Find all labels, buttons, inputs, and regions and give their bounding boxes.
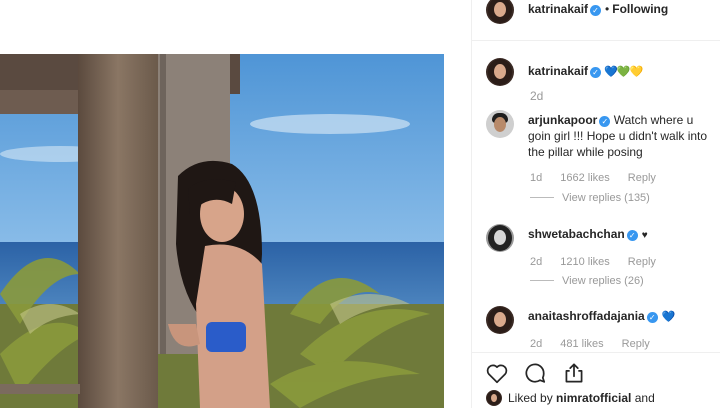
- post-actions: [484, 360, 595, 386]
- view-replies-label: View replies (26): [562, 275, 644, 287]
- separator-dot: •: [605, 2, 610, 16]
- liker-avatar[interactable]: [486, 390, 502, 406]
- liked-by: Liked by nimratofficial and: [486, 390, 655, 406]
- comment-likes[interactable]: 1210 likes: [560, 256, 610, 268]
- reply-button[interactable]: Reply: [628, 172, 656, 184]
- blue-heart-icon: 💙: [661, 311, 676, 323]
- commenter-avatar[interactable]: [486, 110, 514, 138]
- comment-body: arjunkapoor ✓ Watch where u goin girl !!!…: [528, 112, 708, 160]
- caption-time: 2d: [530, 89, 544, 103]
- commenter-avatar[interactable]: [486, 224, 514, 252]
- heart-outline-icon[interactable]: [484, 360, 510, 386]
- header-row: katrinakaif ✓ • Following: [528, 2, 668, 16]
- liked-by-suffix: and: [634, 391, 655, 405]
- view-replies-button[interactable]: View replies (135): [530, 192, 650, 204]
- comment-bubble-icon[interactable]: [522, 360, 548, 386]
- reply-button[interactable]: Reply: [622, 338, 650, 350]
- comment-meta: 2d 1210 likes Reply: [530, 256, 674, 268]
- replies-line: [530, 280, 554, 281]
- green-heart-icon: 💚: [616, 66, 631, 78]
- liker-username[interactable]: nimratofficial: [556, 391, 631, 405]
- commenter-username[interactable]: arjunkapoor: [528, 113, 597, 127]
- replies-line: [530, 197, 554, 198]
- yellow-heart-icon: 💛: [629, 66, 643, 78]
- verified-badge-icon: ✓: [599, 116, 611, 127]
- view-replies-label: View replies (135): [562, 192, 650, 204]
- caption-username[interactable]: katrinakaif: [528, 64, 588, 78]
- comment-time: 1d: [530, 172, 543, 184]
- header-divider: [472, 40, 720, 41]
- reply-button[interactable]: Reply: [628, 256, 656, 268]
- comment-time: 2d: [530, 338, 543, 350]
- beach-photo-illustration: [0, 54, 444, 408]
- post-photo[interactable]: [0, 54, 444, 408]
- verified-badge-icon: ✓: [626, 230, 638, 241]
- following-button[interactable]: Following: [612, 2, 668, 16]
- share-icon[interactable]: [561, 360, 587, 386]
- comment-meta: 1d 1662 likes Reply: [530, 172, 674, 184]
- comment-likes[interactable]: 1662 likes: [560, 172, 610, 184]
- caption-row: katrinakaif ✓ 💙💚💛: [528, 64, 643, 78]
- actions-divider: [472, 352, 720, 353]
- black-heart-icon: ♥: [641, 230, 648, 241]
- comment-body: shwetabachchan ✓ ♥: [528, 226, 708, 244]
- verified-badge-icon: ✓: [590, 67, 602, 78]
- verified-badge-icon: ✓: [646, 312, 658, 323]
- commenter-username[interactable]: shwetabachchan: [528, 227, 625, 241]
- author-avatar[interactable]: [486, 0, 514, 24]
- comment-likes[interactable]: 481 likes: [560, 338, 603, 350]
- view-replies-button[interactable]: View replies (26): [530, 275, 644, 287]
- liked-by-prefix: Liked by: [508, 391, 553, 405]
- verified-badge-icon: ✓: [590, 5, 602, 16]
- author-username[interactable]: katrinakaif: [528, 2, 588, 16]
- commenter-avatar[interactable]: [486, 306, 514, 334]
- commenter-username[interactable]: anaitashroffadajania: [528, 309, 645, 323]
- post-header: katrinakaif ✓ • Following: [472, 0, 720, 40]
- instagram-post-view: katrinakaif ✓ • Following katrinakaif ✓ 💙💚💛 2…: [0, 0, 720, 408]
- blue-heart-icon: 💙: [604, 66, 618, 78]
- caption-hearts: 💙💚💛: [604, 66, 643, 78]
- comment-body: anaitashroffadajania ✓ 💙: [528, 308, 708, 325]
- comment-meta: 2d 481 likes Reply: [530, 338, 668, 350]
- caption-avatar[interactable]: [486, 58, 514, 86]
- comment-time: 2d: [530, 256, 543, 268]
- comments-panel: katrinakaif ✓ • Following katrinakaif ✓ 💙💚💛 2…: [472, 0, 720, 408]
